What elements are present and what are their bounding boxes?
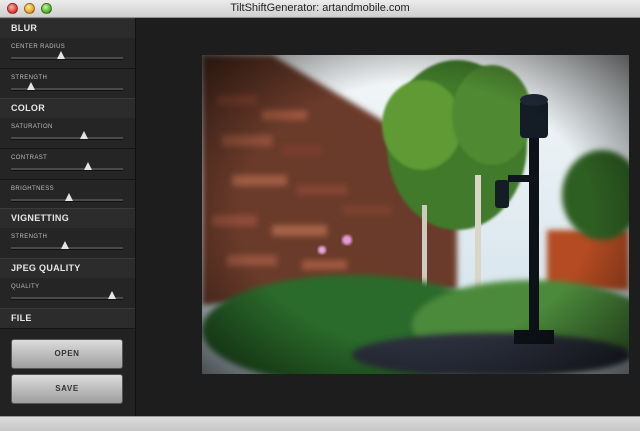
blur-strength-slider[interactable] [11,82,123,91]
section-vignetting-title: VIGNETTING [11,213,70,223]
contrast-row: CONTRAST [0,149,135,180]
center-radius-row: CENTER RADIUS [0,38,135,69]
quality-row: QUALITY [0,278,135,309]
center-radius-thumb[interactable] [57,51,66,59]
controls-sidebar: BLUR CENTER RADIUS STRENGTH COLOR SATURA… [0,18,136,416]
center-radius-label: CENTER RADIUS [11,44,66,50]
blur-strength-row: STRENGTH [0,69,135,100]
saturation-label: SATURATION [11,124,53,130]
contrast-slider[interactable] [11,162,123,171]
section-jpeg-quality-title: JPEG QUALITY [11,263,81,273]
center-radius-slider[interactable] [11,51,123,60]
vignetting-strength-row: STRENGTH [0,228,135,259]
brightness-slider[interactable] [11,193,123,202]
quality-thumb[interactable] [107,291,116,299]
section-blur-title: BLUR [11,23,38,33]
brightness-row: BRIGHTNESS [0,180,135,211]
open-button[interactable]: OPEN [11,339,123,369]
section-vignetting: VIGNETTING [0,208,135,229]
garden-photo-image [202,55,629,374]
contrast-thumb[interactable] [84,162,93,170]
brightness-label: BRIGHTNESS [11,186,55,192]
brightness-thumb[interactable] [65,193,74,201]
tilt-shift-photo[interactable] [202,55,629,374]
save-button[interactable]: SAVE [11,374,123,404]
vignetting-strength-thumb[interactable] [60,241,69,249]
window-title: TiltShiftGenerator: artandmobile.com [230,2,410,14]
section-color-title: COLOR [11,103,45,113]
title-bar[interactable]: TiltShiftGenerator: artandmobile.com [0,0,640,18]
contrast-label: CONTRAST [11,155,48,161]
section-color: COLOR [0,98,135,119]
blur-strength-thumb[interactable] [27,82,36,90]
app-window: TiltShiftGenerator: artandmobile.com BLU… [0,0,640,431]
section-file-title: FILE [11,313,32,323]
blur-strength-label: STRENGTH [11,75,48,81]
vignetting-strength-label: STRENGTH [11,234,48,240]
section-blur: BLUR [0,18,135,39]
saturation-slider[interactable] [11,131,123,140]
saturation-thumb[interactable] [79,131,88,139]
vignetting-strength-slider[interactable] [11,241,123,250]
status-bar [0,416,640,431]
quality-slider[interactable] [11,291,123,300]
section-jpeg-quality: JPEG QUALITY [0,258,135,279]
image-preview-area [136,18,640,416]
section-file: FILE [0,308,135,329]
saturation-row: SATURATION [0,118,135,149]
quality-label: QUALITY [11,284,40,290]
